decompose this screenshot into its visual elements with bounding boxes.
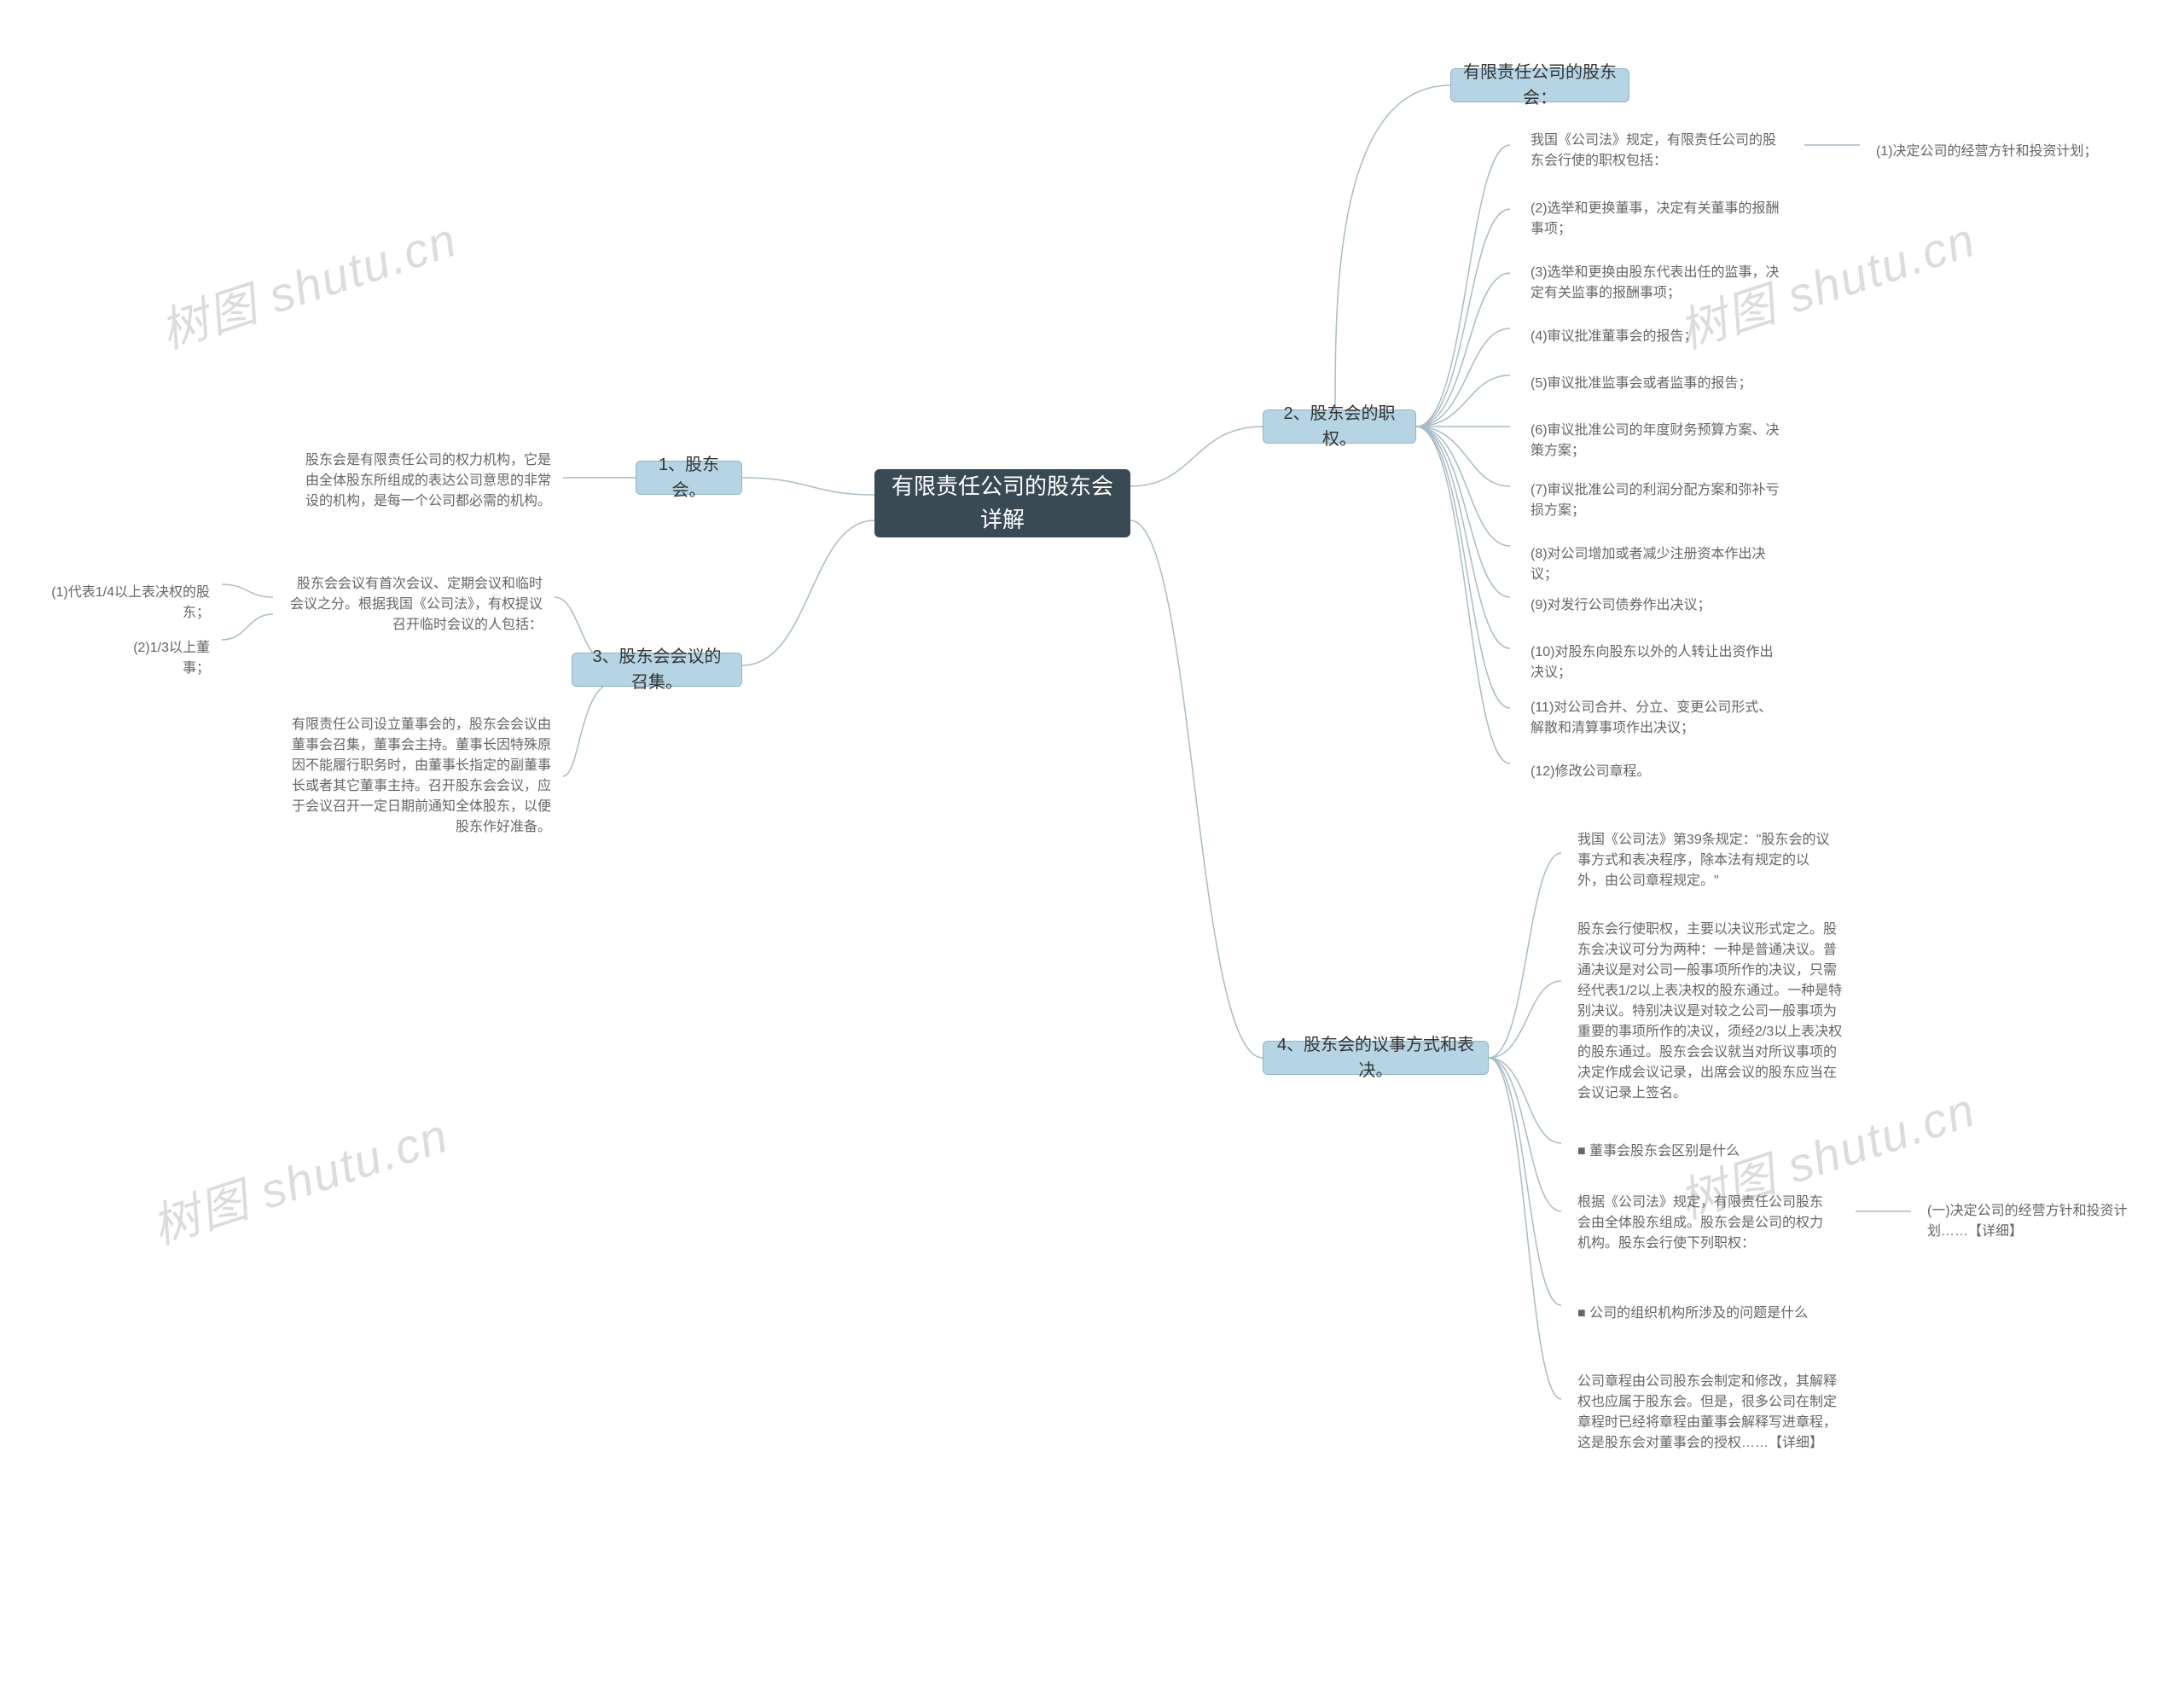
b3-c2: 有限责任公司设立董事会的，股东会会议由董事会召集，董事会主持。董事长因特殊原因不… (273, 708, 563, 845)
b2-p3: (3)选举和更换由股东代表出任的监事，决定有关监事的报酬事项； (1519, 256, 1792, 311)
branch-2[interactable]: 2、股东会的职权。 (1263, 409, 1416, 444)
branch-4[interactable]: 4、股东会的议事方式和表决。 (1263, 1041, 1489, 1075)
b2-p11: (11)对公司合并、分立、变更公司形式、解散和清算事项作出决议； (1519, 691, 1792, 746)
b2-p2: (2)选举和更换董事，决定有关董事的报酬事项； (1519, 192, 1792, 247)
branch-3[interactable]: 3、股东会会议的召集。 (572, 653, 742, 687)
b4-c5: ■ 公司的组织机构所涉及的问题是什么 (1565, 1297, 1847, 1331)
root-node[interactable]: 有限责任公司的股东会详解 (874, 469, 1130, 537)
watermark: 树图 shutu.cn (142, 1097, 456, 1258)
b1-desc: 股东会是有限责任公司的权力机构，它是由全体股东所组成的表达公司意思的非常设的机构… (290, 444, 563, 519)
b4-c3: ■ 董事会股东会区别是什么 (1565, 1135, 1847, 1169)
b2-p8: (8)对公司增加或者减少注册资本作出决议； (1519, 537, 1792, 592)
b3-c1b: (2)1/3以上董事； (111, 631, 222, 686)
b4-c4: 根据《公司法》规定，有限责任公司股东会由全体股东组成。股东会是公司的权力机构。股… (1565, 1186, 1847, 1261)
b2-p10: (10)对股东向股东以外的人转让出资作出决议； (1519, 636, 1792, 690)
b4-c6: 公司章程由公司股东会制定和修改，其解释权也应属于股东会。但是，很多公司在制定章程… (1565, 1365, 1856, 1460)
b3-c1: 股东会会议有首次会议、定期会议和临时会议之分。根据我国《公司法》，有权提议召开临… (273, 567, 555, 642)
connector-lines (0, 0, 2184, 1707)
watermark: 树图 shutu.cn (150, 201, 465, 363)
b2-p5: (5)审议批准监事会或者监事的报告； (1519, 367, 1792, 401)
mindmap-canvas: 树图 shutu.cn 树图 shutu.cn 树图 shutu.cn 树图 s… (0, 0, 2184, 1707)
b2-p12: (12)修改公司章程。 (1519, 755, 1792, 789)
branch-2a[interactable]: 有限责任公司的股东会： (1450, 68, 1629, 102)
b2-p7: (7)审议批准公司的利润分配方案和弥补亏损方案； (1519, 473, 1792, 528)
b4-c2: 股东会行使职权，主要以决议形式定之。股东会决议可分为两种：一种是普通决议。普通决… (1565, 913, 1856, 1111)
b4-c4a: (一)决定公司的经营方针和投资计划……【详细】 (1915, 1194, 2163, 1249)
b2-p6: (6)审议批准公司的年度财务预算方案、决策方案； (1519, 414, 1792, 468)
b2-intro: 我国《公司法》规定，有限责任公司的股东会行使的职权包括： (1519, 124, 1800, 178)
branch-1[interactable]: 1、股东会。 (636, 461, 742, 495)
b2-p9: (9)对发行公司债券作出决议； (1519, 589, 1792, 623)
b2-p4: (4)审议批准董事会的报告； (1519, 320, 1792, 354)
b3-c1a: (1)代表1/4以上表决权的股东； (34, 576, 222, 630)
b4-c1: 我国《公司法》第39条规定："股东会的议事方式和表决程序，除本法有规定的以外，由… (1565, 823, 1847, 898)
b2-p1: (1)决定公司的经营方针和投资计划； (1864, 135, 2120, 169)
